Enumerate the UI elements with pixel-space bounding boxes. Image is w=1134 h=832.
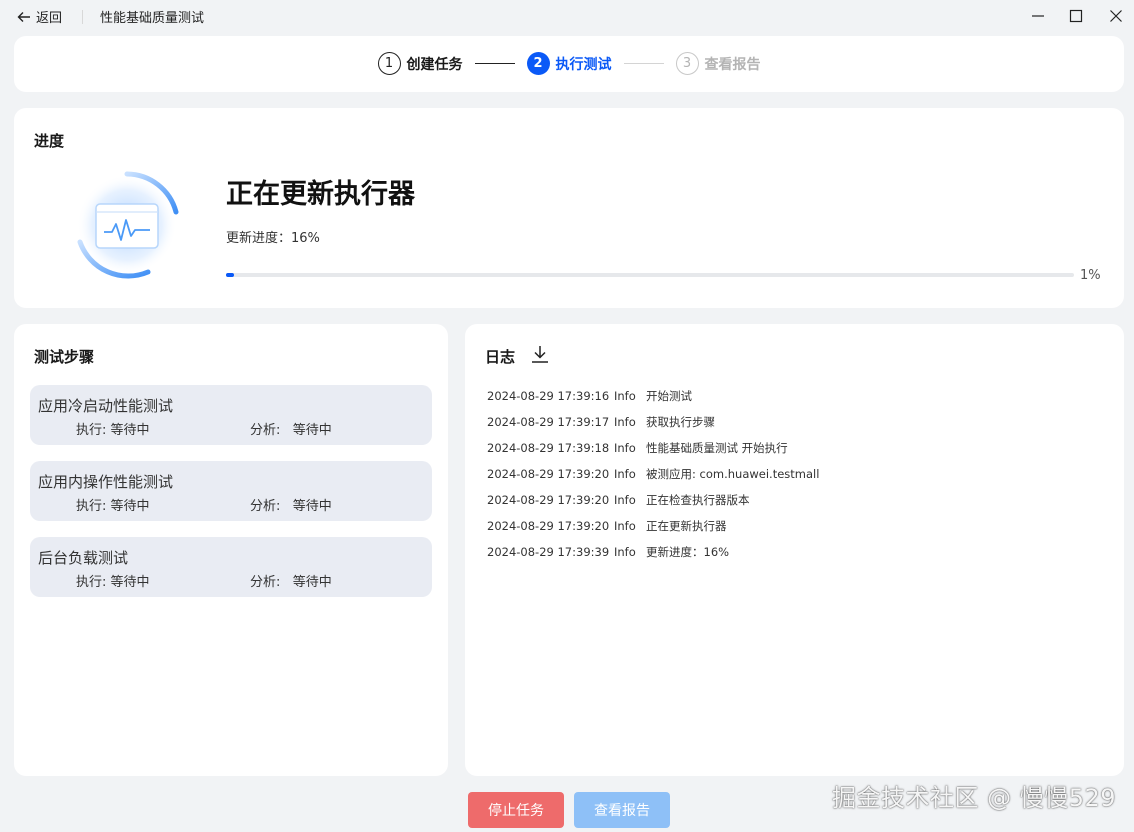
window-title: 性能基础质量测试 [100,11,205,26]
arrow-left-icon [17,11,30,22]
log-message: 性能基础质量测试 开始执行 [646,441,788,455]
log-level: Info [614,441,636,455]
analysis-label: 分析: [250,575,281,590]
status-title: 正在更新执行器 [226,179,415,210]
analysis-value: 等待中 [292,499,332,514]
log-time: 2024-08-29 17:39:20 [487,467,610,481]
download-icon[interactable] [529,343,551,365]
view-report-button[interactable]: 查看报告 [574,792,670,828]
analysis-status: 分析: 等待中 [250,571,332,590]
step-number: 3 [675,52,699,75]
progress-percent: 1% [1080,268,1101,283]
log-time: 2024-08-29 17:39:18 [487,441,610,455]
log-entry: 2024-08-29 17:39:20 Info 正在检查执行器版本 [487,492,750,508]
log-entry: 2024-08-29 17:39:16 Info 开始测试 [487,388,692,404]
exec-label: 执行: [76,575,107,590]
test-step-item: 后台负载测试 执行: 等待中 分析: 等待中 [30,537,432,597]
watermark: 掘金技术社区 @ 慢慢529 [832,784,1117,812]
log-time: 2024-08-29 17:39:39 [487,545,610,559]
log-level: Info [614,493,636,507]
test-step-name: 后台负载测试 [38,549,129,567]
exec-status: 执行: 等待中 [76,571,150,590]
step-execute-test: 2 执行测试 [526,52,612,75]
analysis-status: 分析: 等待中 [250,419,332,438]
step-create-task: 1 创建任务 [377,52,463,75]
log-level: Info [614,545,636,559]
step-label: 执行测试 [555,56,612,73]
log-entry: 2024-08-29 17:39:17 Info 获取执行步骤 [487,414,715,430]
step-number: 1 [377,52,401,75]
log-entry: 2024-08-29 17:39:20 Info 被测应用: com.huawei.… [487,466,819,482]
close-icon [1110,10,1122,22]
close-button[interactable] [1106,6,1126,26]
minimize-button[interactable] [1028,6,1048,26]
exec-status: 执行: 等待中 [76,495,150,514]
maximize-button[interactable] [1066,6,1086,26]
analysis-label: 分析: [250,423,281,438]
log-entry: 2024-08-29 17:39:39 Info 更新进度：16% [487,544,729,560]
analysis-status: 分析: 等待中 [250,495,332,514]
stop-task-button[interactable]: 停止任务 [468,792,564,828]
log-level: Info [614,415,636,429]
log-time: 2024-08-29 17:39:20 [487,519,610,533]
log-time: 2024-08-29 17:39:17 [487,415,610,429]
exec-status: 执行: 等待中 [76,419,150,438]
log-level: Info [614,467,636,481]
title-bar: 返回 性能基础质量测试 [0,0,1134,32]
step-connector [623,62,664,65]
progress-bar-fill [226,273,235,277]
log-message: 获取执行步骤 [646,415,715,429]
test-step-item: 应用内操作性能测试 执行: 等待中 分析: 等待中 [30,461,432,521]
analysis-value: 等待中 [292,575,332,590]
test-step-name: 应用内操作性能测试 [38,473,174,491]
log-message: 正在更新执行器 [646,519,727,533]
back-label: 返回 [36,11,63,26]
progress-bar [226,273,1074,277]
log-time: 2024-08-29 17:39:20 [487,493,610,507]
analysis-label: 分析: [250,499,281,514]
step-label: 创建任务 [406,56,463,73]
analysis-value: 等待中 [292,423,332,438]
log-level: Info [614,519,636,533]
log-entry: 2024-08-29 17:39:18 Info 性能基础质量测试 开始执行 [487,440,788,456]
back-button[interactable]: 返回 [16,7,62,26]
log-message: 开始测试 [646,389,692,403]
step-connector [474,62,515,65]
exec-value: 等待中 [110,575,150,590]
step-view-report: 3 查看报告 [675,52,761,75]
exec-label: 执行: [76,499,107,514]
update-progress-text: 更新进度：16% [226,231,320,246]
log-time: 2024-08-29 17:39:16 [487,389,610,403]
step-number: 2 [526,52,550,75]
test-step-name: 应用冷启动性能测试 [38,397,174,415]
log-card: 日志 2024-08-29 17:39:16 Info 开始测试 2024-08-2… [465,324,1124,776]
stepper: 1 创建任务 2 执行测试 3 查看报告 [14,52,1124,75]
stepper-card: 1 创建任务 2 执行测试 3 查看报告 [14,36,1124,92]
monitor-waveform-icon [77,171,179,279]
step-label: 查看报告 [704,56,761,73]
title-divider [82,10,83,24]
progress-section-title: 进度 [34,132,65,150]
log-entry: 2024-08-29 17:39:20 Info 正在更新执行器 [487,518,727,534]
log-title: 日志 [485,348,516,366]
maximize-icon [1069,9,1083,23]
progress-card: 进度 正在更新执行器 更新进度：16% 1% [14,108,1124,308]
test-step-item: 应用冷启动性能测试 执行: 等待中 分析: 等待中 [30,385,432,445]
test-steps-card: 测试步骤 应用冷启动性能测试 执行: 等待中 分析: 等待中 应用内操作性能测试… [14,324,448,776]
test-steps-title: 测试步骤 [34,348,95,366]
minimize-icon [1032,15,1044,17]
log-level: Info [614,389,636,403]
log-message: 更新进度：16% [646,545,730,559]
exec-value: 等待中 [110,499,150,514]
exec-value: 等待中 [110,423,150,438]
log-message: 正在检查执行器版本 [646,493,750,507]
log-message: 被测应用: com.huawei.testmall [646,467,820,481]
exec-label: 执行: [76,423,107,438]
